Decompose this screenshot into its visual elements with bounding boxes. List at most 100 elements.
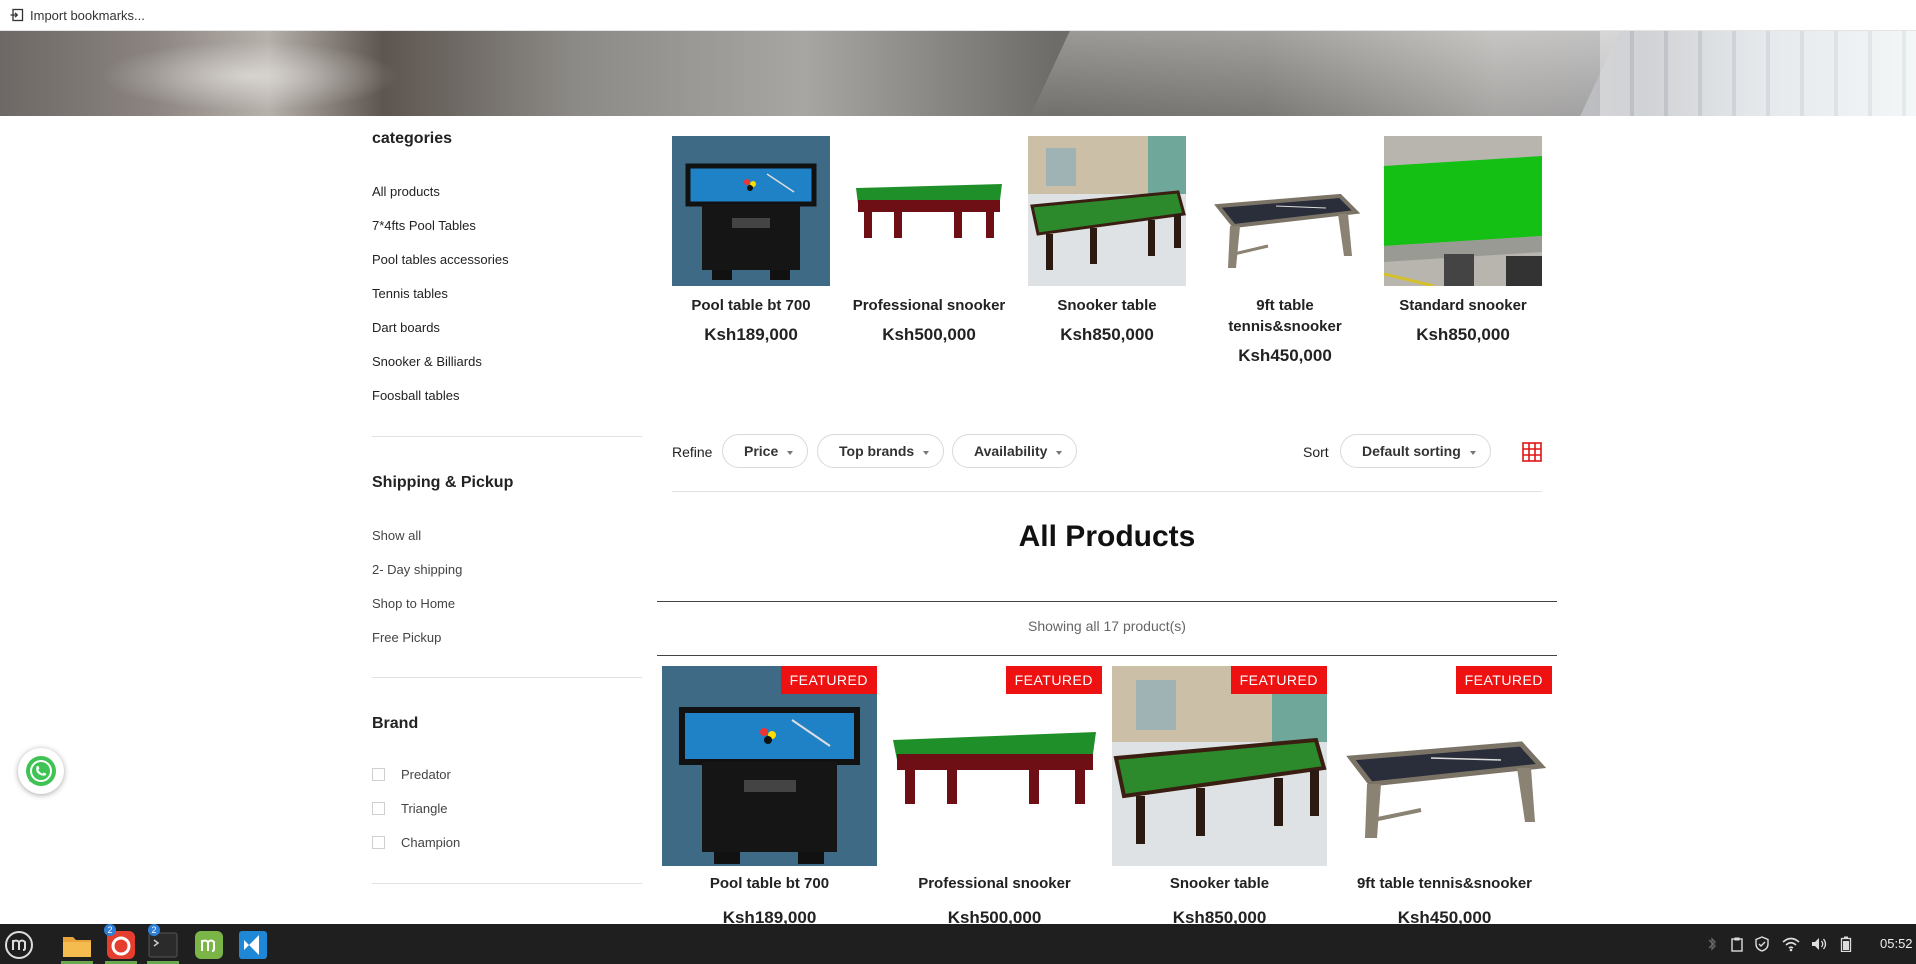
checkbox[interactable] — [372, 836, 385, 849]
black-pool-table-image[interactable] — [1206, 136, 1364, 286]
caret-down-icon — [1469, 450, 1476, 455]
shipping-2-day[interactable]: 2- Day shipping — [372, 562, 462, 577]
category-foosball-tables[interactable]: Foosball tables — [372, 388, 459, 403]
product-image[interactable]: FEATURED — [887, 666, 1102, 866]
category-pool-tables[interactable]: 7*4fts Pool Tables — [372, 218, 476, 233]
sidebar-divider — [372, 436, 642, 437]
checkbox[interactable] — [372, 802, 385, 815]
category-tennis-tables[interactable]: Tennis tables — [372, 286, 448, 301]
product-price: Ksh850,000 — [1060, 325, 1154, 344]
product-price: Ksh450,000 — [1238, 346, 1332, 365]
featured-badge: FEATURED — [1005, 666, 1102, 694]
snooker-green-wood-image[interactable] — [850, 136, 1008, 286]
pool-table-blue-image — [662, 666, 877, 866]
taskbar: 2 2 05:52 — [0, 924, 1916, 964]
featured-product-card[interactable]: Pool table bt 700 Ksh189,000 — [672, 136, 830, 345]
brand-label: Champion — [401, 835, 461, 850]
battery-icon[interactable] — [1840, 936, 1852, 952]
bluetooth-icon[interactable] — [1706, 936, 1718, 952]
featured-product-card[interactable]: Professional snooker Ksh500,000 — [850, 136, 1008, 345]
caret-down-icon — [1056, 450, 1063, 455]
product-card[interactable]: FEATURED Pool table bt 700 Ksh189,000 — [662, 666, 877, 928]
section-divider — [657, 655, 1557, 656]
product-name[interactable]: Standard snooker — [1384, 295, 1542, 316]
product-card[interactable]: FEATURED Snooker table Ksh850,000 — [1112, 666, 1327, 928]
product-image[interactable]: FEATURED — [1337, 666, 1552, 866]
snooker-room-image[interactable] — [1028, 136, 1186, 286]
standard-snooker-image[interactable] — [1384, 136, 1542, 286]
grid-view-icon[interactable] — [1522, 442, 1542, 462]
price-filter-dropdown[interactable]: Price — [722, 434, 809, 468]
volume-icon[interactable] — [1810, 936, 1828, 952]
window-count-badge: 2 — [148, 924, 160, 936]
wifi-icon[interactable] — [1782, 936, 1800, 952]
brand-filter-champion[interactable]: Champion — [372, 835, 460, 850]
featured-product-card[interactable]: 9ft table tennis&snooker Ksh450,000 — [1206, 136, 1364, 366]
checkbox[interactable] — [372, 768, 385, 781]
mint-menu-icon[interactable] — [2, 928, 36, 962]
featured-product-card[interactable]: Snooker table Ksh850,000 — [1028, 136, 1186, 345]
product-price: Ksh189,000 — [704, 325, 798, 344]
product-name[interactable]: Snooker table — [1028, 295, 1186, 316]
sort-dropdown[interactable]: Default sorting — [1340, 434, 1491, 468]
brand-filter-triangle[interactable]: Triangle — [372, 801, 447, 816]
product-card[interactable]: FEATURED 9ft table tennis&snooker Ksh450… — [1337, 666, 1552, 928]
section-divider — [657, 601, 1557, 602]
snooker-green-wood-image — [887, 666, 1102, 866]
brand-label: Triangle — [401, 801, 448, 816]
files-icon[interactable] — [60, 928, 94, 962]
black-pool-table-image — [1337, 666, 1552, 866]
product-name[interactable]: 9ft table tennis&snooker — [1206, 295, 1364, 337]
product-image[interactable]: FEATURED — [1112, 666, 1327, 866]
caret-down-icon — [923, 450, 930, 455]
product-name[interactable]: Pool table bt 700 — [662, 875, 877, 892]
product-name[interactable]: Snooker table — [1112, 875, 1327, 892]
product-name[interactable]: Pool table bt 700 — [672, 295, 830, 316]
brand-title: Brand — [372, 715, 419, 732]
product-price: Ksh500,000 — [882, 325, 976, 344]
shipping-title: Shipping & Pickup — [372, 474, 514, 491]
whatsapp-icon — [26, 756, 56, 786]
brand-label: Predator — [401, 767, 451, 782]
caret-down-icon — [787, 450, 794, 455]
product-name[interactable]: Professional snooker — [850, 295, 1008, 316]
window-count-badge: 2 — [104, 924, 116, 936]
category-pool-accessories[interactable]: Pool tables accessories — [372, 252, 509, 267]
whatsapp-chat-button[interactable] — [18, 748, 64, 794]
pool-table-blue-image[interactable] — [672, 136, 830, 286]
featured-badge: FEATURED — [1455, 666, 1552, 694]
refine-label: Refine — [672, 444, 713, 460]
featured-badge: FEATURED — [780, 666, 877, 694]
top-brands-filter-dropdown[interactable]: Top brands — [817, 434, 945, 468]
sort-label: Sort — [1303, 444, 1329, 460]
toolbar-divider — [672, 491, 1542, 492]
categories-title: categories — [372, 130, 453, 147]
mint-update-icon[interactable] — [192, 928, 226, 962]
dropdown-label: Default sorting — [1362, 443, 1461, 459]
hero-banner-image — [0, 31, 1916, 116]
shipping-free-pickup[interactable]: Free Pickup — [372, 630, 441, 645]
product-name[interactable]: 9ft table tennis&snooker — [1337, 875, 1552, 892]
shipping-shop-to-home[interactable]: Shop to Home — [372, 596, 455, 611]
product-name[interactable]: Professional snooker — [887, 875, 1102, 892]
category-dart-boards[interactable]: Dart boards — [372, 320, 440, 335]
product-card[interactable]: FEATURED Professional snooker Ksh500,000 — [887, 666, 1102, 928]
sidebar-divider — [372, 883, 642, 884]
product-image[interactable]: FEATURED — [662, 666, 877, 866]
shield-icon[interactable] — [1754, 936, 1770, 952]
product-price: Ksh850,000 — [1416, 325, 1510, 344]
filter-toolbar: Refine Price Top brands Availability Sor… — [672, 434, 1542, 468]
clipboard-icon[interactable] — [1730, 936, 1744, 952]
featured-badge: FEATURED — [1230, 666, 1327, 694]
featured-product-card[interactable]: Standard snooker Ksh850,000 — [1384, 136, 1542, 345]
category-all-products[interactable]: All products — [372, 184, 440, 199]
import-icon — [10, 8, 24, 22]
clock[interactable]: 05:52 — [1880, 936, 1913, 951]
snooker-room-image — [1112, 666, 1327, 866]
import-bookmarks-link[interactable]: Import bookmarks... — [30, 8, 145, 23]
availability-filter-dropdown[interactable]: Availability — [952, 434, 1078, 468]
category-snooker-billiards[interactable]: Snooker & Billiards — [372, 354, 482, 369]
vscode-icon[interactable] — [236, 928, 270, 962]
brand-filter-predator[interactable]: Predator — [372, 767, 451, 782]
shipping-show-all[interactable]: Show all — [372, 528, 421, 543]
